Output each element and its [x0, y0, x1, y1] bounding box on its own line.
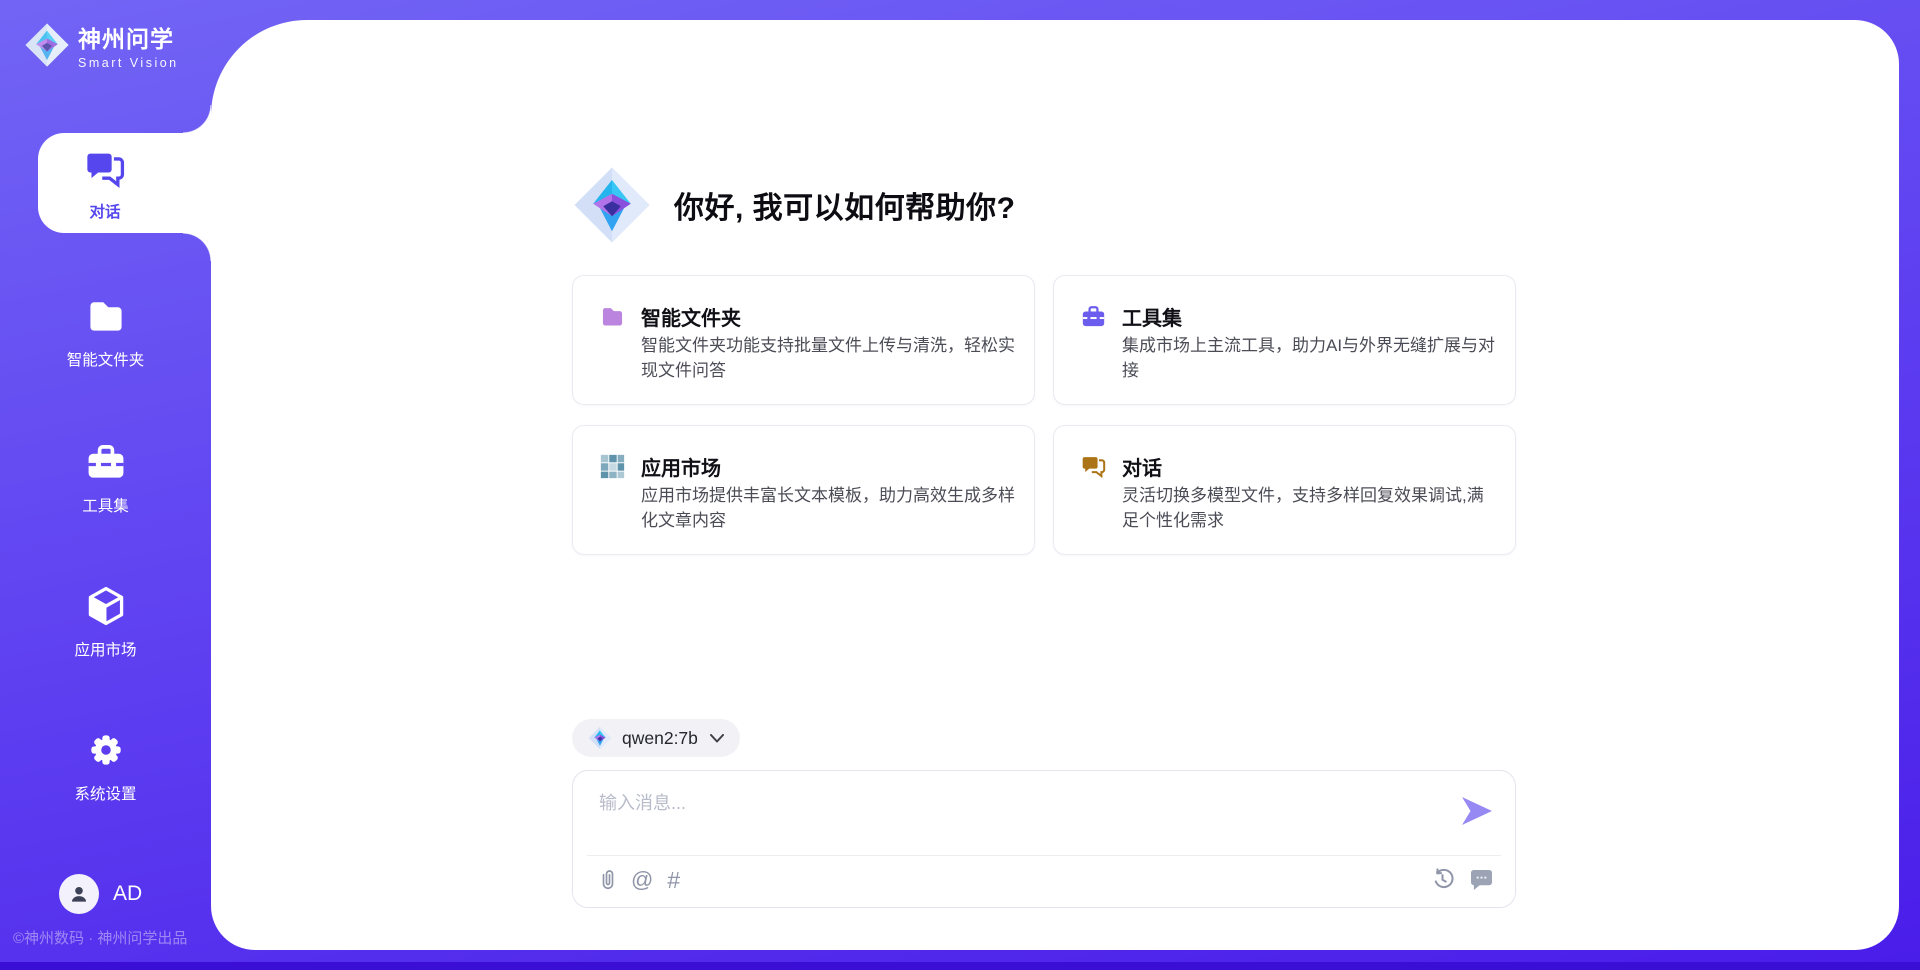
chat-icon: [1080, 453, 1107, 480]
model-logo-icon: [588, 726, 612, 750]
composer-divider: [587, 855, 1501, 856]
sidebar-item-market[interactable]: 应用市场: [0, 584, 211, 660]
grid-icon: [599, 453, 626, 480]
card-title: 对话: [1122, 452, 1162, 481]
tab-curve-top: [183, 105, 211, 133]
cube-icon: [84, 584, 128, 628]
message-input[interactable]: [599, 789, 1439, 847]
message-square-icon: [1470, 869, 1493, 890]
send-icon: [1461, 797, 1493, 825]
mention-button[interactable]: @: [631, 869, 653, 891]
hash-icon: #: [667, 869, 680, 891]
card-smart-folder[interactable]: 智能文件夹 智能文件夹功能支持批量文件上传与清洗，轻松实现文件问答: [572, 275, 1035, 405]
folder-icon: [599, 303, 626, 330]
brand-logo-icon: [24, 22, 70, 68]
gear-icon: [84, 728, 128, 772]
card-description: 灵活切换多模型文件，支持多样回复效果调试,满足个性化需求: [1122, 484, 1496, 534]
window-bottom-edge: [0, 962, 1920, 970]
brand-name: 神州问学: [78, 20, 179, 54]
greeting: 你好, 我可以如何帮助你?: [572, 164, 1016, 246]
sidebar-item-settings[interactable]: 系统设置: [0, 728, 211, 804]
card-description: 智能文件夹功能支持批量文件上传与清洗，轻松实现文件问答: [641, 334, 1015, 384]
copyright: ©神州数码 · 神州问学出品: [13, 927, 187, 948]
sidebar: 神州问学 Smart Vision 对话 智能文件夹 工具集 应用市场 系统设置: [0, 0, 211, 970]
model-name: qwen2:7b: [622, 728, 698, 749]
sidebar-item-label: 应用市场: [0, 638, 211, 660]
sidebar-item-label: 系统设置: [0, 782, 211, 804]
assistant-logo-icon: [572, 164, 652, 246]
history-clock-icon: [1431, 868, 1454, 891]
feature-cards: 智能文件夹 智能文件夹功能支持批量文件上传与清洗，轻松实现文件问答 工具集 集成…: [572, 275, 1516, 555]
card-toolset[interactable]: 工具集 集成市场上主流工具，助力AI与外界无缝扩展与对接: [1053, 275, 1516, 405]
message-composer: @ #: [572, 770, 1516, 908]
paperclip-icon: [599, 868, 617, 892]
history-button[interactable]: [1431, 868, 1454, 891]
card-chat[interactable]: 对话 灵活切换多模型文件，支持多样回复效果调试,满足个性化需求: [1053, 425, 1516, 555]
sidebar-item-label: 对话: [38, 200, 172, 222]
card-title: 智能文件夹: [641, 302, 741, 331]
at-icon: @: [631, 869, 653, 891]
user-name: AD: [113, 882, 142, 906]
brand-subtitle: Smart Vision: [78, 56, 179, 70]
sidebar-item-toolset[interactable]: 工具集: [0, 440, 211, 516]
topic-button[interactable]: #: [667, 869, 680, 891]
card-app-market[interactable]: 应用市场 应用市场提供丰富长文本模板，助力高效生成多样化文章内容: [572, 425, 1035, 555]
user-profile[interactable]: AD: [59, 874, 142, 914]
tab-curve-bottom: [183, 233, 211, 261]
sidebar-item-label: 智能文件夹: [0, 348, 211, 370]
feedback-button[interactable]: [1470, 869, 1493, 890]
greeting-title: 你好, 我可以如何帮助你?: [674, 183, 1016, 227]
sidebar-item-label: 工具集: [0, 494, 211, 516]
attach-file-button[interactable]: [599, 868, 617, 892]
card-description: 集成市场上主流工具，助力AI与外界无缝扩展与对接: [1122, 334, 1496, 384]
model-selector[interactable]: qwen2:7b: [572, 719, 740, 757]
folder-icon: [84, 294, 128, 338]
sidebar-item-chat[interactable]: 对话: [38, 133, 211, 233]
avatar: [59, 874, 99, 914]
toolbox-icon: [84, 440, 128, 484]
card-title: 应用市场: [641, 452, 721, 481]
card-description: 应用市场提供丰富长文本模板，助力高效生成多样化文章内容: [641, 484, 1015, 534]
toolbox-icon: [1080, 303, 1107, 330]
person-icon: [66, 881, 92, 907]
brand: 神州问学 Smart Vision: [24, 20, 179, 70]
sidebar-item-folder[interactable]: 智能文件夹: [0, 294, 211, 370]
send-button[interactable]: [1461, 797, 1493, 825]
card-title: 工具集: [1122, 302, 1182, 331]
chevron-down-icon: [710, 734, 724, 743]
chat-icon: [83, 147, 127, 191]
